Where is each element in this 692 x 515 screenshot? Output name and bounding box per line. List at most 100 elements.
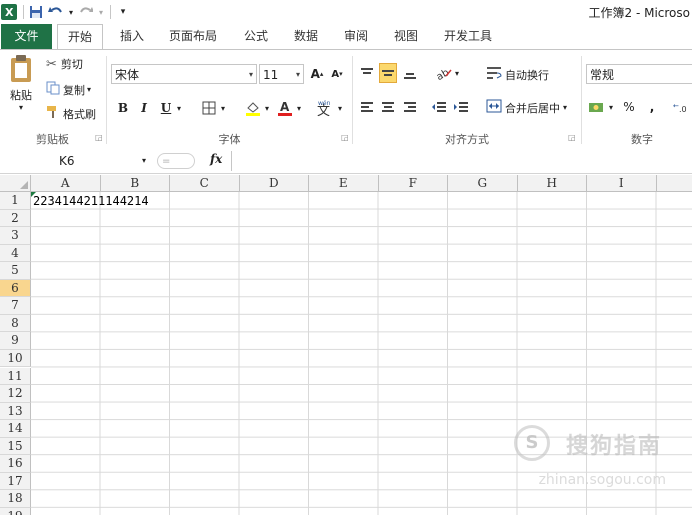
borders-dropdown-icon[interactable]: ▾: [218, 98, 228, 118]
font-dialog-launcher-icon[interactable]: ◲: [341, 134, 349, 142]
decrease-font-size-icon[interactable]: A ▾: [328, 64, 346, 84]
percent-button[interactable]: %: [620, 97, 638, 117]
row-header-6[interactable]: 6: [0, 279, 31, 298]
row-header-17[interactable]: 17: [0, 472, 31, 491]
font-name-combo[interactable]: 宋体 ▾: [111, 64, 257, 84]
borders-icon[interactable]: [200, 98, 218, 118]
font-size-dropdown-icon[interactable]: ▾: [296, 65, 300, 85]
tab-review[interactable]: 审阅: [336, 24, 376, 49]
excel-logo-icon[interactable]: X: [0, 3, 18, 21]
column-header-a[interactable]: A: [31, 175, 101, 192]
column-header-d[interactable]: D: [239, 175, 309, 192]
increase-decimal-icon[interactable]: ← .0: [673, 97, 691, 117]
copy-dropdown-icon[interactable]: ▾: [87, 85, 91, 94]
font-name-dropdown-icon[interactable]: ▾: [249, 65, 253, 85]
row-header-2[interactable]: 2: [0, 209, 31, 228]
bold-button[interactable]: B: [114, 98, 132, 118]
tab-developer[interactable]: 开发工具: [438, 24, 498, 49]
save-icon[interactable]: [27, 3, 45, 21]
insert-function-icon[interactable]: fx: [210, 152, 222, 166]
align-center-icon[interactable]: [379, 97, 397, 117]
merge-dropdown-icon[interactable]: ▾: [563, 103, 567, 112]
column-header-g[interactable]: G: [448, 175, 518, 192]
font-size-combo[interactable]: 11 ▾: [259, 64, 304, 84]
column-header-f[interactable]: F: [378, 175, 448, 192]
column-header-c[interactable]: C: [170, 175, 240, 192]
currency-dropdown-icon[interactable]: ▾: [606, 97, 616, 117]
font-color-dropdown-icon[interactable]: ▾: [294, 98, 304, 118]
column-header-h[interactable]: H: [517, 175, 587, 192]
alignment-dialog-launcher-icon[interactable]: ◲: [568, 134, 576, 142]
format-painter-button[interactable]: 格式刷: [46, 105, 96, 122]
formula-input[interactable]: [231, 151, 692, 171]
formula-bar-resize-handle[interactable]: =: [157, 153, 195, 169]
decrease-indent-icon[interactable]: [430, 97, 448, 117]
orientation-icon[interactable]: ab: [435, 63, 453, 83]
paste-dropdown-icon[interactable]: ▾: [19, 103, 23, 112]
row-header-8[interactable]: 8: [0, 314, 31, 333]
align-right-icon[interactable]: [401, 97, 419, 117]
align-bottom-icon[interactable]: [401, 63, 419, 83]
formula-bar: K6 ▾ = fx: [0, 149, 692, 174]
fill-color-dropdown-icon[interactable]: ▾: [262, 98, 272, 118]
italic-button[interactable]: I: [135, 98, 153, 118]
increase-indent-icon[interactable]: [452, 97, 470, 117]
row-header-16[interactable]: 16: [0, 455, 31, 473]
redo-icon[interactable]: [77, 3, 95, 21]
align-top-icon[interactable]: [358, 63, 376, 83]
tab-page-layout[interactable]: 页面布局: [163, 24, 223, 49]
row-header-9[interactable]: 9: [0, 332, 31, 350]
column-header-e[interactable]: E: [309, 175, 379, 192]
row-header-11[interactable]: 11: [0, 367, 31, 386]
underline-button[interactable]: U: [157, 98, 175, 118]
select-all-corner[interactable]: [0, 175, 31, 192]
row-header-1[interactable]: 1: [0, 192, 31, 210]
row-header-4[interactable]: 4: [0, 244, 31, 263]
cut-button[interactable]: ✂ 剪切: [46, 56, 83, 72]
cell-area[interactable]: [31, 192, 692, 515]
increase-font-size-icon[interactable]: A ▴: [308, 64, 326, 84]
phonetic-guide-icon[interactable]: 文 wén: [316, 98, 334, 118]
row-header-7[interactable]: 7: [0, 297, 31, 315]
paste-button[interactable]: 粘贴 ▾: [6, 54, 36, 112]
row-header-15[interactable]: 15: [0, 437, 31, 456]
row-header-5[interactable]: 5: [0, 262, 31, 280]
number-format-combo[interactable]: 常规: [586, 64, 692, 84]
copy-button[interactable]: 复制 ▾: [46, 81, 91, 98]
tab-insert[interactable]: 插入: [112, 24, 152, 49]
undo-icon[interactable]: [47, 3, 65, 21]
row-header-3[interactable]: 3: [0, 227, 31, 245]
currency-icon[interactable]: [588, 97, 606, 117]
column-header-i[interactable]: I: [587, 175, 657, 192]
cell-a1[interactable]: 2234144211144214: [33, 192, 149, 209]
undo-dropdown-icon[interactable]: ▾: [67, 3, 75, 21]
font-color-icon[interactable]: A: [276, 98, 294, 118]
align-middle-icon[interactable]: [379, 63, 397, 83]
redo-dropdown-icon[interactable]: ▾: [97, 3, 105, 21]
column-header-b[interactable]: B: [100, 175, 170, 192]
name-box[interactable]: K6 ▾: [0, 151, 150, 171]
fill-color-icon[interactable]: [244, 98, 262, 118]
row-header-19[interactable]: 19: [0, 507, 31, 515]
tab-formulas[interactable]: 公式: [236, 24, 276, 49]
row-header-18[interactable]: 18: [0, 490, 31, 508]
clipboard-dialog-launcher-icon[interactable]: ◲: [95, 134, 103, 142]
tab-view[interactable]: 视图: [386, 24, 426, 49]
merge-center-button[interactable]: 合并后居中 ▾: [486, 99, 567, 116]
tab-home[interactable]: 开始: [57, 24, 103, 50]
row-header-13[interactable]: 13: [0, 402, 31, 421]
tab-data[interactable]: 数据: [286, 24, 326, 49]
customize-toolbar-icon[interactable]: ▾: [114, 3, 132, 21]
phonetic-dropdown-icon[interactable]: ▾: [335, 98, 345, 118]
wrap-text-button[interactable]: 自动换行: [486, 66, 549, 83]
row-header-12[interactable]: 12: [0, 385, 31, 403]
tab-file[interactable]: 文件: [1, 24, 52, 49]
name-box-dropdown-icon[interactable]: ▾: [142, 151, 146, 171]
align-left-icon[interactable]: [358, 97, 376, 117]
row-header-14[interactable]: 14: [0, 420, 31, 438]
column-header-partial[interactable]: [656, 175, 692, 192]
underline-dropdown-icon[interactable]: ▾: [174, 98, 184, 118]
row-header-10[interactable]: 10: [0, 349, 31, 368]
comma-button[interactable]: ,: [643, 97, 661, 117]
orientation-dropdown-icon[interactable]: ▾: [452, 63, 462, 83]
